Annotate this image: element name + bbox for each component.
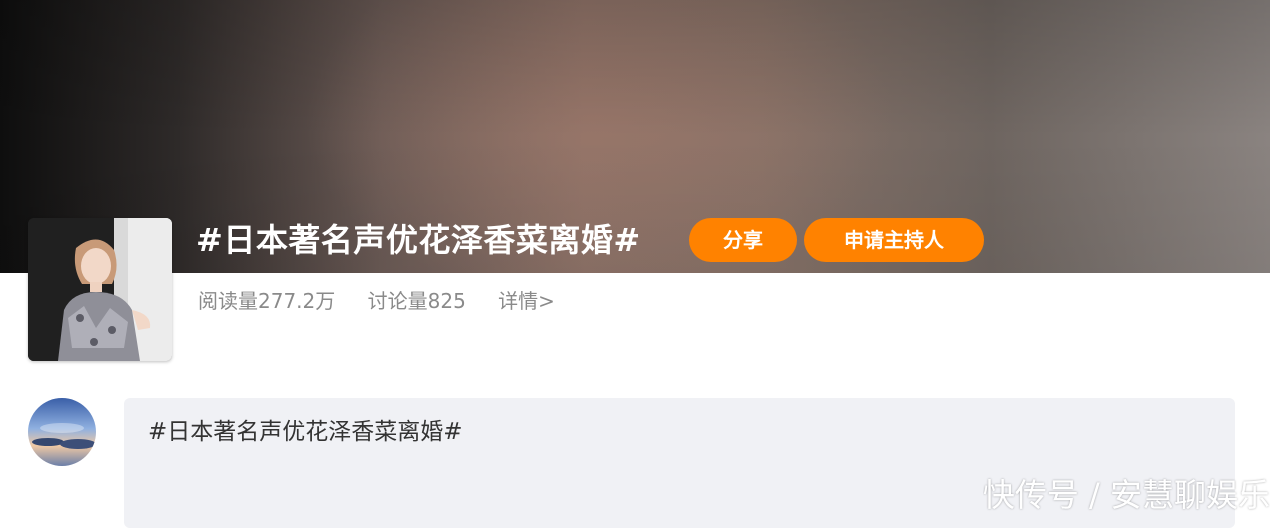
watermark-text: 快传号 / 安慧聊娱乐 (982, 476, 1270, 514)
share-button[interactable]: 分享 (689, 218, 797, 262)
topic-stats: 阅读量277.2万 讨论量825 详情> (198, 286, 581, 316)
topic-cover-image (28, 218, 172, 361)
topic-title: #日本著名声优花泽香菜离婚# (196, 221, 641, 259)
composer-text[interactable]: #日本著名声优花泽香菜离婚# (148, 412, 463, 446)
user-avatar[interactable] (28, 398, 96, 466)
read-count: 阅读量277.2万 (198, 289, 336, 313)
apply-host-button[interactable]: 申请主持人 (804, 218, 984, 262)
discussion-count: 讨论量825 (367, 289, 466, 313)
details-link[interactable]: 详情> (498, 289, 555, 313)
